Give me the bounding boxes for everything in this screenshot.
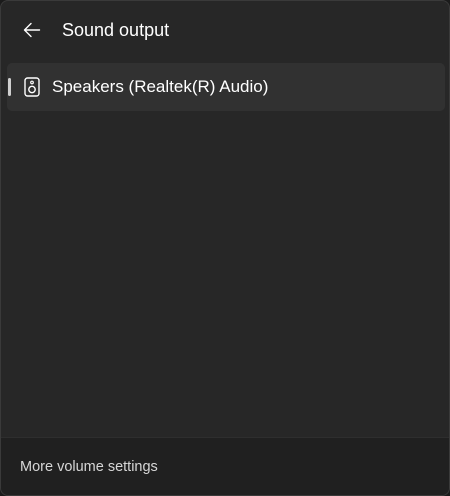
sound-output-flyout: Sound output Speakers (Realtek(R) Audio)… — [0, 0, 450, 496]
back-button[interactable] — [15, 13, 49, 47]
flyout-header: Sound output — [1, 1, 449, 59]
back-arrow-icon — [23, 22, 41, 38]
device-list: Speakers (Realtek(R) Audio) — [7, 63, 445, 111]
device-item-speakers[interactable]: Speakers (Realtek(R) Audio) — [7, 63, 445, 111]
page-title: Sound output — [62, 20, 170, 40]
speaker-icon — [24, 77, 40, 97]
flyout-footer: More volume settings — [1, 437, 449, 495]
more-volume-settings-link[interactable]: More volume settings — [20, 457, 158, 477]
device-label: Speakers (Realtek(R) Audio) — [52, 77, 269, 96]
selection-indicator — [8, 78, 11, 96]
